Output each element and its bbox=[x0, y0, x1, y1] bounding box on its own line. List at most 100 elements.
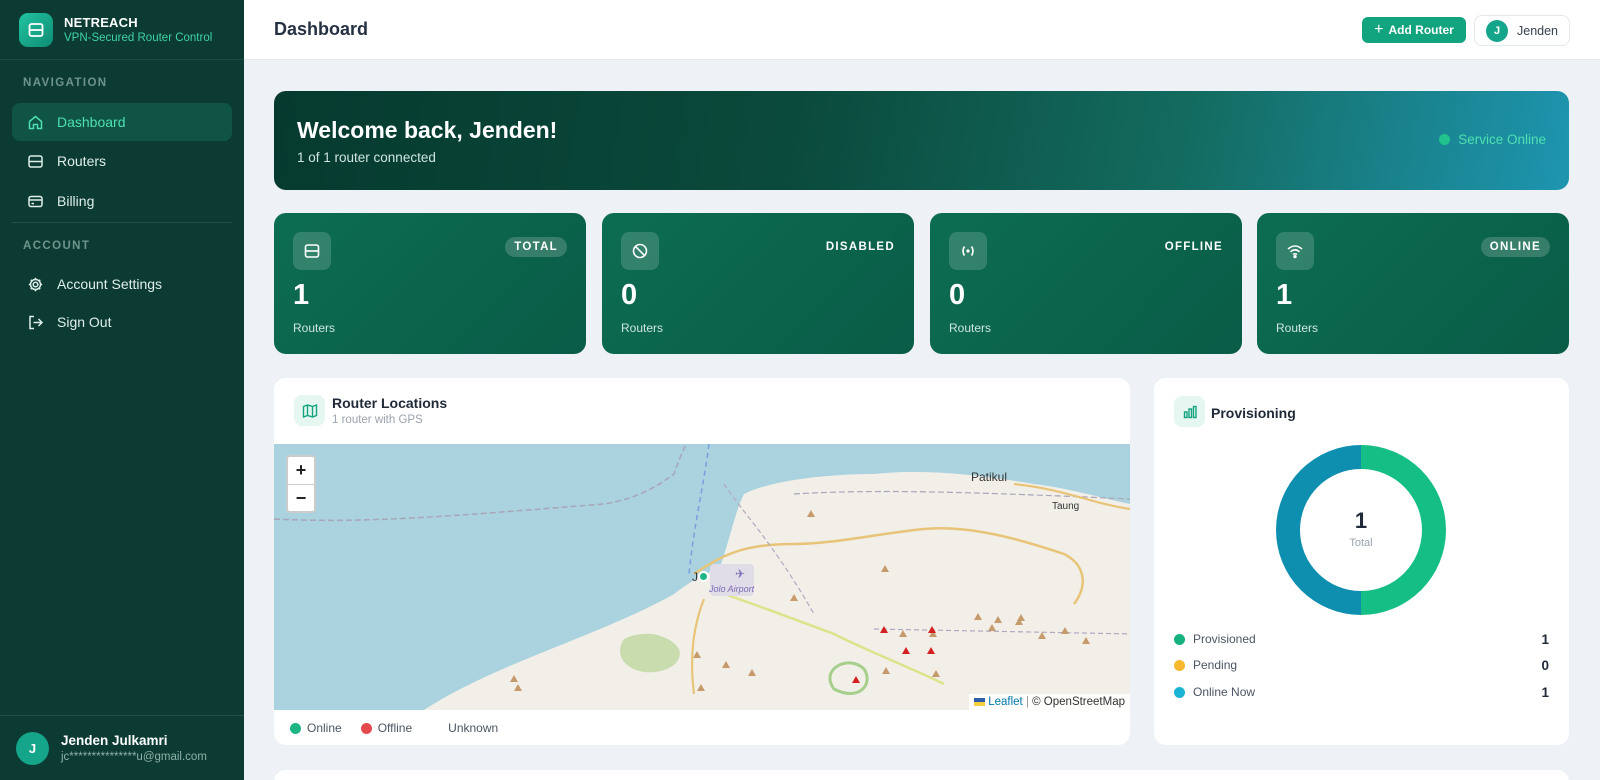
stat-value: 0 bbox=[621, 279, 638, 311]
map-card-title: Router Locations bbox=[332, 395, 448, 411]
stat-label: Routers bbox=[949, 321, 992, 335]
add-router-label: Add Router bbox=[1388, 23, 1454, 37]
map-attribution: Leaflet | © OpenStreetMap bbox=[969, 694, 1130, 710]
prov-label: Pending bbox=[1193, 658, 1238, 672]
router-map[interactable]: ✈ Patikul Taung Jolo Airport J + − Leafl… bbox=[274, 444, 1130, 710]
leaflet-link[interactable]: Leaflet bbox=[988, 696, 1023, 708]
welcome-title: Welcome back, Jenden! bbox=[297, 117, 558, 143]
legend-dot-icon bbox=[360, 722, 372, 734]
status-dot-icon bbox=[1174, 686, 1185, 698]
stat-badge: DISABLED bbox=[825, 241, 895, 253]
prov-value: 1 bbox=[1541, 684, 1549, 700]
prov-value: 1 bbox=[1541, 631, 1549, 647]
stat-card-online: ONLINE 1 Routers bbox=[1257, 213, 1569, 354]
sidebar-item-label: Billing bbox=[57, 193, 95, 209]
next-card bbox=[274, 770, 1569, 780]
brand-name: NETREACH bbox=[64, 15, 138, 30]
ban-icon bbox=[621, 232, 659, 270]
avatar: J bbox=[16, 731, 49, 765]
service-status-label: Service Online bbox=[1458, 132, 1546, 147]
stat-label: Routers bbox=[1276, 321, 1319, 335]
sidebar-item-account-settings[interactable]: Account Settings bbox=[12, 265, 232, 303]
router-icon bbox=[293, 232, 331, 270]
donut-total-value: 1 bbox=[1354, 508, 1368, 533]
map-card-subtitle: 1 router with GPS bbox=[332, 414, 423, 426]
user-email: jc***************u@gmail.com bbox=[61, 751, 207, 763]
legend-label: Online bbox=[307, 721, 342, 735]
sidebar-item-dashboard[interactable]: Dashboard bbox=[12, 103, 232, 141]
prov-value: 0 bbox=[1541, 657, 1549, 673]
page-title: Dashboard bbox=[274, 19, 369, 39]
map-legend: Online Offline Unknown bbox=[290, 721, 517, 735]
map-label-patikul: Patikul bbox=[971, 470, 1008, 484]
provisioning-title: Provisioning bbox=[1211, 405, 1296, 421]
stat-card-disabled: DISABLED 0 Routers bbox=[602, 213, 914, 354]
map-label-taung: Taung bbox=[1052, 501, 1080, 512]
nav-divider bbox=[12, 222, 232, 223]
zoom-out-button[interactable]: − bbox=[288, 484, 314, 511]
prov-label: Online Now bbox=[1193, 685, 1256, 699]
add-router-button[interactable]: + Add Router bbox=[1362, 17, 1466, 43]
brand: NETREACH VPN-Secured Router Control bbox=[0, 0, 244, 60]
user-menu-button[interactable]: J Jenden bbox=[1474, 15, 1570, 46]
sidebar-item-label: Dashboard bbox=[57, 114, 126, 130]
home-icon bbox=[28, 115, 43, 129]
nav-heading: NAVIGATION bbox=[23, 77, 108, 89]
credit-card-icon bbox=[28, 195, 43, 207]
stat-card-offline: OFFLINE 0 Routers bbox=[930, 213, 1242, 354]
sidebar-item-billing[interactable]: Billing bbox=[12, 182, 232, 220]
signal-off-icon bbox=[949, 232, 987, 270]
sign-out-icon bbox=[29, 315, 44, 329]
flag-icon bbox=[974, 697, 986, 706]
user-name: Jenden Julkamri bbox=[61, 733, 168, 748]
legend-dot-icon bbox=[290, 722, 301, 734]
donut-total-label: Total bbox=[1349, 537, 1373, 549]
gear-icon bbox=[28, 277, 43, 291]
router-locations-card: Router Locations 1 router with GPS ✈ Pat… bbox=[274, 378, 1130, 745]
status-dot-icon bbox=[1174, 633, 1185, 645]
legend-label: Unknown bbox=[448, 721, 499, 735]
router-marker[interactable] bbox=[698, 571, 709, 582]
stat-label: Routers bbox=[293, 321, 336, 335]
osm-attribution[interactable]: © OpenStreetMap bbox=[1032, 696, 1125, 708]
provisioning-card: Provisioning 1 Total Provisioned 1 Pendi… bbox=[1154, 378, 1569, 745]
sidebar-item-label: Sign Out bbox=[57, 314, 112, 330]
legend-item-unknown: Unknown bbox=[431, 721, 498, 735]
legend-dot-icon bbox=[431, 722, 443, 734]
welcome-subtitle: 1 of 1 router connected bbox=[297, 150, 436, 165]
sidebar: NETREACH VPN-Secured Router Control NAVI… bbox=[0, 0, 244, 780]
stat-badge: ONLINE bbox=[1480, 237, 1550, 257]
status-dot-icon bbox=[1439, 134, 1451, 145]
account-heading: ACCOUNT bbox=[23, 240, 91, 252]
map-label-airport: Jolo Airport bbox=[709, 584, 755, 594]
sidebar-item-label: Account Settings bbox=[57, 276, 163, 292]
router-icon bbox=[28, 154, 43, 168]
prov-row-provisioned: Provisioned 1 bbox=[1174, 630, 1549, 648]
sidebar-item-routers[interactable]: Routers bbox=[12, 142, 232, 180]
zoom-in-button[interactable]: + bbox=[288, 457, 314, 484]
service-status: Service Online bbox=[1439, 132, 1546, 147]
stat-badge: OFFLINE bbox=[1164, 241, 1223, 253]
avatar: J bbox=[1486, 19, 1508, 42]
sidebar-user[interactable]: J Jenden Julkamri jc***************u@gma… bbox=[0, 715, 244, 780]
status-dot-icon bbox=[1174, 659, 1185, 671]
zoom-control: + − bbox=[286, 455, 316, 513]
user-menu-name: Jenden bbox=[1517, 23, 1559, 38]
brand-tagline: VPN-Secured Router Control bbox=[64, 32, 213, 44]
router-logo-icon bbox=[19, 12, 53, 47]
stat-card-total: TOTAL 1 Routers bbox=[274, 213, 586, 354]
bar-chart-icon bbox=[1174, 396, 1205, 427]
stat-value: 1 bbox=[293, 279, 310, 311]
welcome-banner: Welcome back, Jenden! 1 of 1 router conn… bbox=[274, 91, 1569, 190]
legend-item-online: Online bbox=[290, 721, 342, 735]
sidebar-item-sign-out[interactable]: Sign Out bbox=[12, 303, 232, 341]
stat-value: 1 bbox=[1276, 279, 1293, 311]
map-icon bbox=[294, 395, 325, 426]
svg-text:✈: ✈ bbox=[735, 567, 745, 581]
topbar: Dashboard + Add Router J Jenden bbox=[244, 0, 1600, 60]
wifi-icon bbox=[1276, 232, 1314, 270]
prov-label: Provisioned bbox=[1193, 632, 1256, 646]
stat-badge: TOTAL bbox=[505, 237, 567, 257]
stat-value: 0 bbox=[949, 279, 966, 311]
legend-label: Offline bbox=[377, 721, 413, 735]
